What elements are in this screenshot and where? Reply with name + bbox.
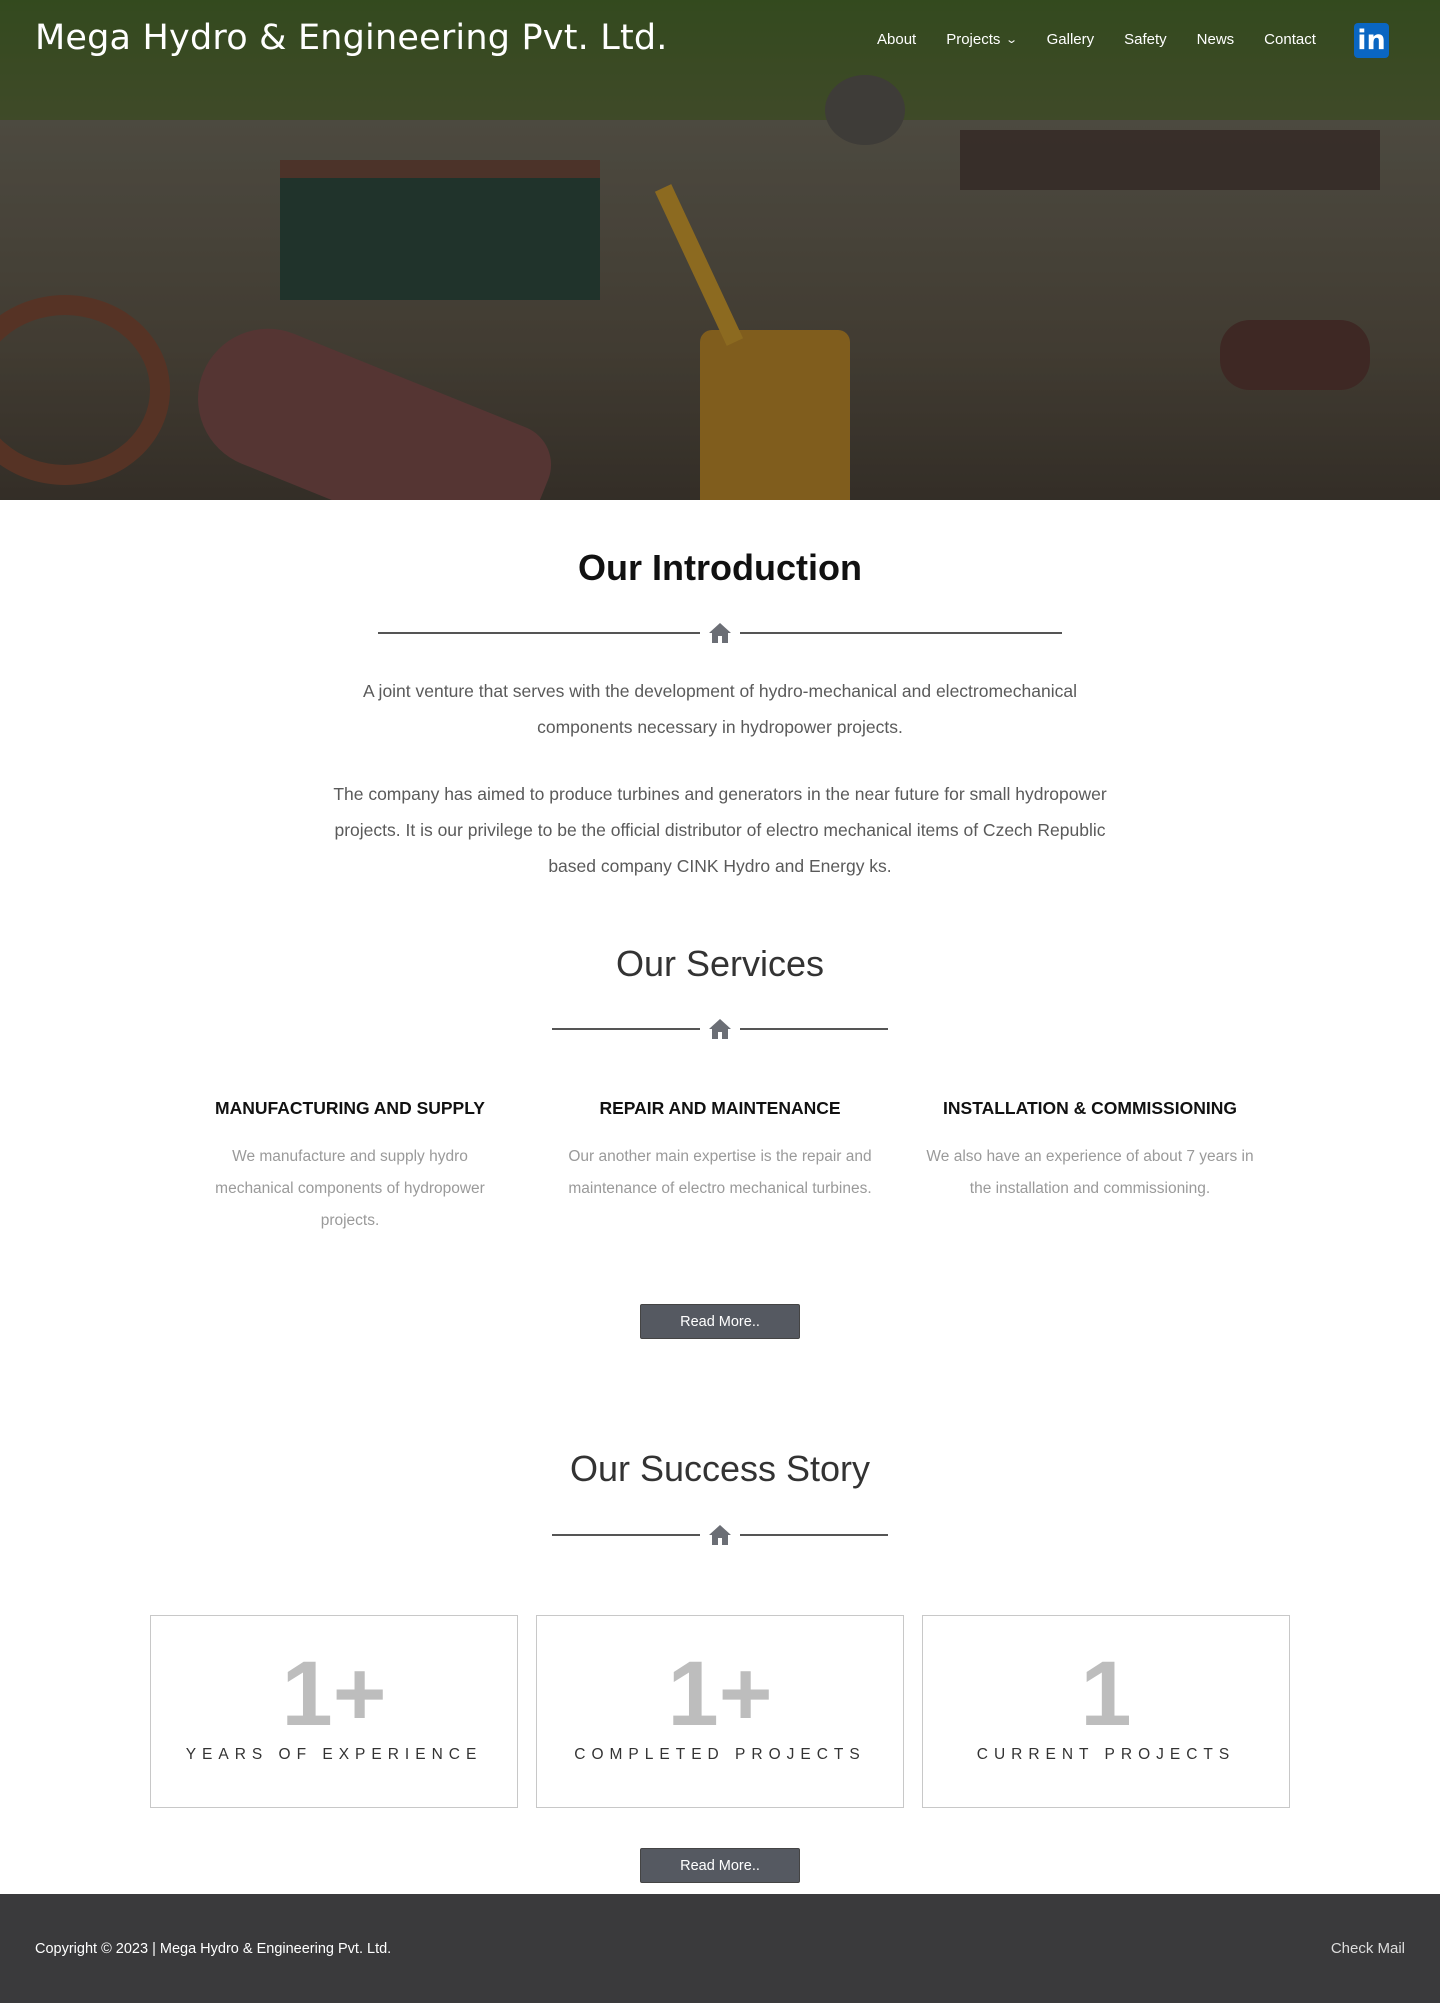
intro-paragraph-2: The company has aimed to produce turbine… [333,784,1107,876]
stat-value: 1 [1080,1643,1132,1745]
divider-line [378,632,700,634]
nav-projects[interactable]: Projects ⌄ [946,30,1019,48]
service-text: We manufacture and supply hydro mechanic… [215,1148,485,1229]
services-heading-wrap: Our Services [0,943,1440,985]
stat-label: CURRENT PROJECTS [976,1746,1236,1763]
home-icon [700,622,740,644]
nav-gallery[interactable]: Gallery [1047,31,1095,48]
nav-contact[interactable]: Contact [1264,31,1316,48]
home-icon [700,1018,740,1040]
check-mail-link[interactable]: Check Mail [1331,1894,1405,2003]
site-title[interactable]: Mega Hydro & Engineering Pvt. Ltd. [35,18,668,58]
linkedin-icon[interactable]: in [1354,23,1389,58]
nav-label: Contact [1264,30,1316,48]
nav-label: Safety [1124,30,1167,48]
footer-copyright: Copyright © 2023 | Mega Hydro & Engineer… [35,1940,392,1957]
main-nav: About Projects ⌄ Gallery Safety News Cont… [862,0,1331,78]
stat-label: YEARS OF EXPERIENCE [185,1746,483,1763]
nav-about[interactable]: About [877,31,916,48]
intro-paragraph-1: A joint venture that serves with the dev… [362,681,1077,737]
intro-title: Our Introduction [578,547,862,588]
divider-line [740,632,1062,634]
chevron-down-icon: ⌄ [1005,33,1019,46]
nav-safety[interactable]: Safety [1124,31,1167,48]
services-read-more-button[interactable]: Read More.. [640,1304,800,1339]
success-read-more-button[interactable]: Read More.. [640,1848,800,1883]
nav-news[interactable]: News [1197,31,1235,48]
intro-text: A joint venture that serves with the dev… [0,673,1440,884]
divider-line [552,1534,700,1536]
stat-card: 1+ YEARS OF EXPERIENCE [150,1615,518,1808]
divider-line [740,1534,888,1536]
service-card: INSTALLATION & COMMISSIONING We also hav… [915,1098,1265,1205]
nav-label: News [1196,30,1235,48]
intro-heading-wrap: Our Introduction [0,547,1440,589]
service-card: MANUFACTURING AND SUPPLY We manufacture … [190,1098,510,1237]
service-heading: REPAIR AND MAINTENANCE [599,1098,841,1118]
service-heading: MANUFACTURING AND SUPPLY [215,1098,485,1118]
stat-value: 1+ [667,1643,773,1745]
service-heading: INSTALLATION & COMMISSIONING [943,1098,1237,1118]
stat-card: 1 CURRENT PROJECTS [922,1615,1290,1808]
hero-banner: Mega Hydro & Engineering Pvt. Ltd. About… [0,0,1440,500]
stat-label: COMPLETED PROJECTS [574,1746,866,1763]
divider-line [552,1028,700,1030]
stat-card: 1+ COMPLETED PROJECTS [536,1615,904,1808]
nav-label: About [877,30,917,48]
success-divider [552,1524,888,1546]
service-card: REPAIR AND MAINTENANCE Our another main … [545,1098,895,1205]
service-text: We also have an experience of about 7 ye… [926,1148,1254,1197]
nav-label: Projects [946,30,1001,48]
services-title: Our Services [615,943,825,984]
services-divider [552,1018,888,1040]
footer: Copyright © 2023 | Mega Hydro & Engineer… [0,1894,1440,2003]
success-heading-wrap: Our Success Story [0,1448,1440,1490]
stat-value: 1+ [281,1643,387,1745]
nav-label: Gallery [1046,30,1095,48]
success-title: Our Success Story [569,1448,871,1489]
home-icon [700,1524,740,1546]
intro-divider [378,622,1062,644]
service-text: Our another main expertise is the repair… [568,1148,872,1197]
divider-line [740,1028,888,1030]
linkedin-label: in [1357,25,1386,56]
